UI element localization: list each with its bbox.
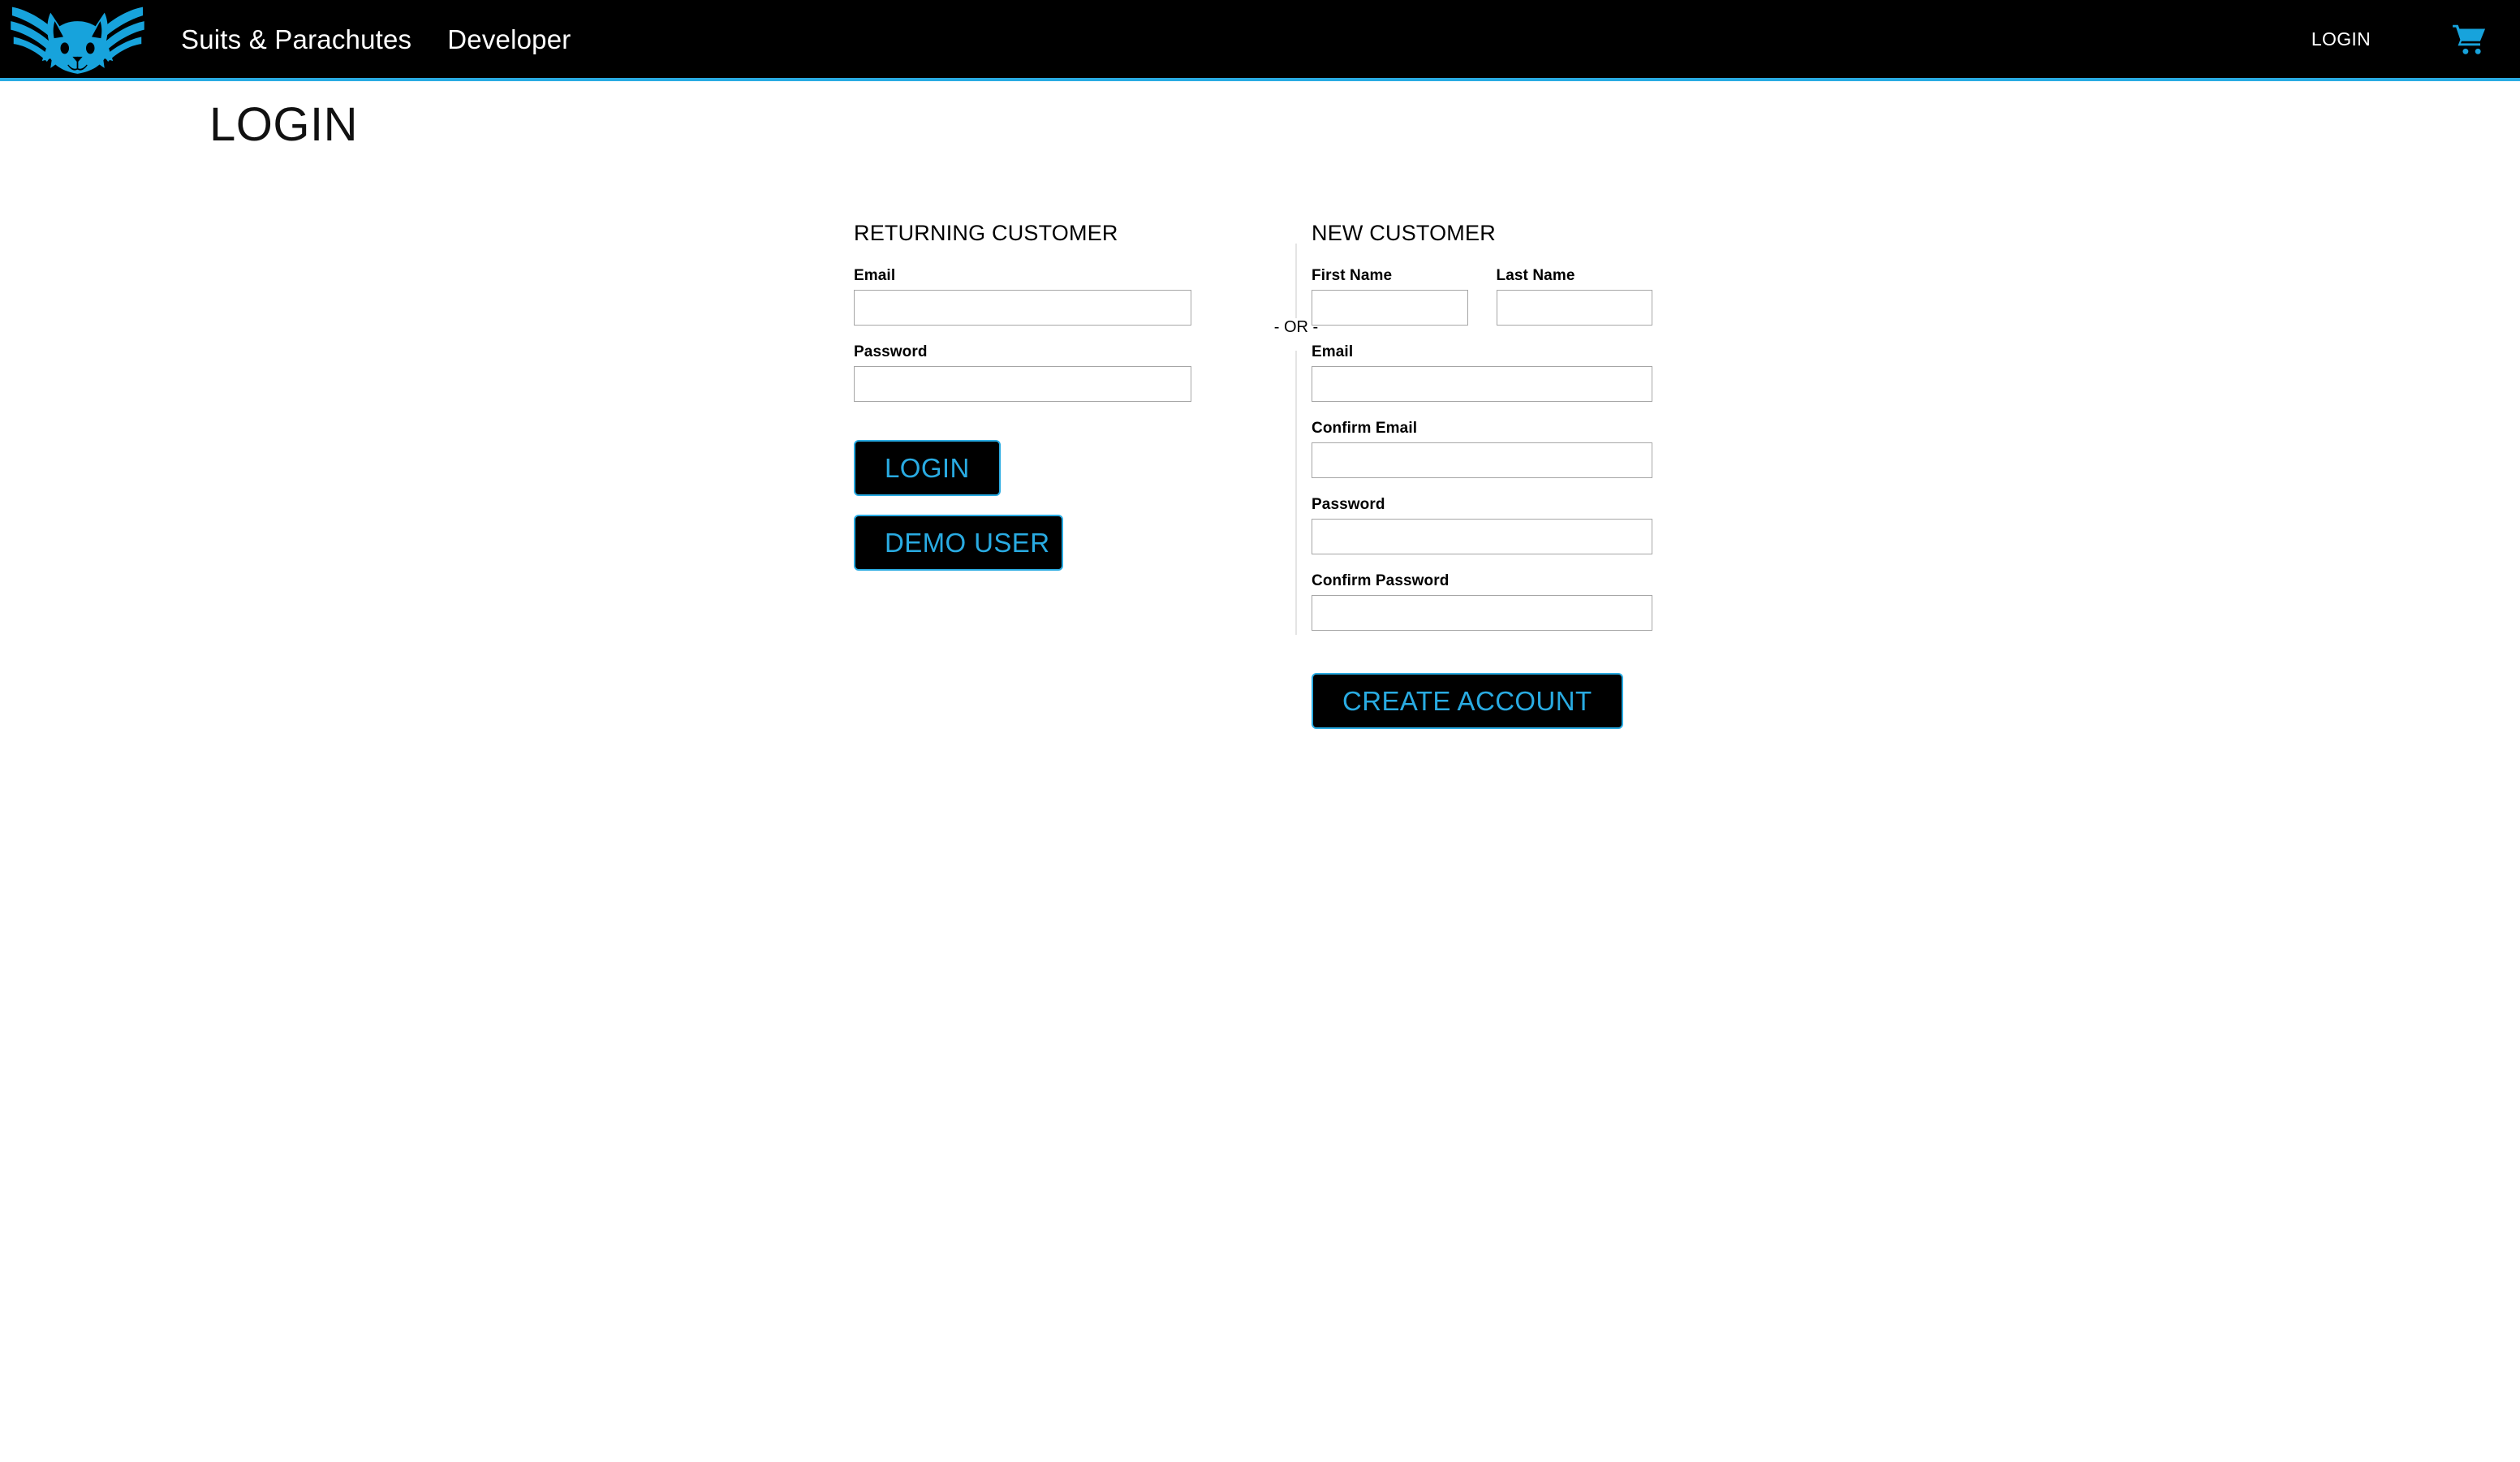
new-customer-heading: NEW CUSTOMER (1312, 221, 1496, 245)
shopping-cart-icon[interactable] (2452, 23, 2488, 55)
login-button[interactable]: LOGIN (854, 440, 1001, 496)
first-name-field: First Name (1312, 267, 1468, 326)
divider-line-bottom (1295, 351, 1297, 635)
nav-link-developer[interactable]: Developer (447, 26, 571, 53)
returning-password-input[interactable] (854, 366, 1191, 402)
returning-email-label: Email (854, 267, 896, 284)
nav-links: Suits & Parachutes Developer (181, 26, 571, 53)
demo-user-button[interactable]: DEMO USER (854, 515, 1063, 571)
confirm-password-input[interactable] (1312, 595, 1652, 631)
nav-login-link[interactable]: LOGIN (2311, 28, 2371, 50)
new-password-field: Password (1312, 496, 1652, 554)
create-account-button[interactable]: CREATE ACCOUNT (1312, 673, 1623, 729)
new-email-input[interactable] (1312, 366, 1652, 402)
new-password-label: Password (1312, 496, 1385, 513)
winged-fox-logo-icon[interactable] (6, 0, 149, 80)
new-email-label: Email (1312, 343, 1354, 360)
new-password-input[interactable] (1312, 519, 1652, 554)
divider-line-top (1295, 244, 1297, 318)
confirm-email-field: Confirm Email (1312, 420, 1652, 478)
new-email-field: Email (1312, 343, 1652, 402)
confirm-email-input[interactable] (1312, 442, 1652, 478)
nav-link-suits-and-parachutes[interactable]: Suits & Parachutes (181, 26, 411, 53)
last-name-input[interactable] (1496, 290, 1652, 326)
confirm-email-label: Confirm Email (1312, 420, 1418, 437)
first-name-label: First Name (1312, 267, 1393, 284)
returning-email-input[interactable] (854, 290, 1191, 326)
returning-email-field: Email (854, 267, 1191, 326)
name-row: First Name Last Name (1312, 267, 1652, 326)
confirm-password-field: Confirm Password (1312, 572, 1652, 631)
new-customer-panel: NEW CUSTOMER First Name Last Name Email … (1312, 221, 1652, 729)
returning-customer-panel: RETURNING CUSTOMER Email Password LOGIN … (854, 221, 1191, 571)
returning-password-field: Password (854, 343, 1191, 402)
returning-customer-heading: RETURNING CUSTOMER (854, 221, 1118, 245)
nav-right-group: LOGIN (2311, 23, 2520, 55)
page-title: LOGIN (209, 98, 358, 151)
returning-password-label: Password (854, 343, 928, 360)
last-name-label: Last Name (1496, 267, 1575, 284)
confirm-password-label: Confirm Password (1312, 572, 1450, 589)
last-name-field: Last Name (1496, 267, 1652, 326)
first-name-input[interactable] (1312, 290, 1468, 326)
top-navbar: Suits & Parachutes Developer LOGIN (0, 0, 2520, 81)
